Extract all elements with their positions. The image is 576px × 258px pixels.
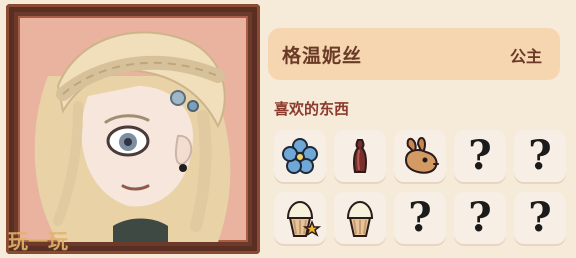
favorite-slot-4[interactable]: ?	[454, 130, 506, 182]
rabbit-icon	[404, 137, 439, 174]
character-title: 公主	[509, 47, 542, 66]
question-mark-icon: ?	[528, 194, 552, 241]
watermark: 玩一玩	[8, 229, 68, 253]
cupcake-icon	[346, 200, 374, 237]
question-mark-icon: ?	[468, 194, 492, 241]
favorite-slot-9[interactable]: ?	[454, 192, 506, 244]
question-mark-icon: ?	[468, 132, 492, 179]
favorite-slot-7[interactable]	[334, 192, 386, 244]
portrait-frame	[6, 4, 260, 254]
favorite-slot-8[interactable]: ?	[394, 192, 446, 244]
question-mark-icon: ?	[408, 194, 432, 241]
favorites-section-label: 喜欢的东西	[274, 100, 350, 118]
favorite-slot-6[interactable]	[274, 192, 326, 244]
favorites-grid: ? ? ? ? ?	[274, 130, 570, 248]
favorite-slot-2[interactable]	[334, 130, 386, 182]
favorite-slot-1[interactable]	[274, 130, 326, 182]
favorite-slot-3[interactable]	[394, 130, 446, 182]
character-name: 格温妮丝	[282, 45, 363, 67]
question-mark-icon: ?	[528, 132, 552, 179]
character-name-panel: 格温妮丝 公主	[268, 28, 560, 80]
cupcake-star-icon	[286, 200, 322, 237]
favorite-slot-5[interactable]: ?	[514, 130, 566, 182]
bottle-statue-icon	[353, 139, 367, 173]
character-portrait	[18, 16, 248, 242]
blue-flower-icon	[282, 138, 318, 174]
character-portrait-art	[34, 31, 231, 242]
favorite-slot-10[interactable]: ?	[514, 192, 566, 244]
